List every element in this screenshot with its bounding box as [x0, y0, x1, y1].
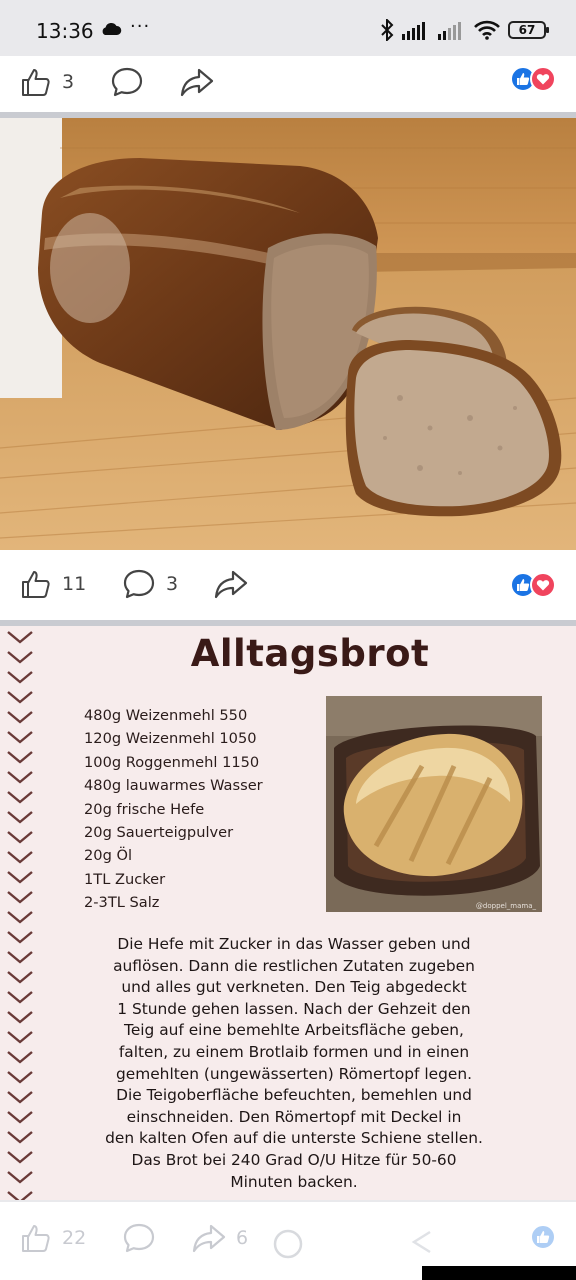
share-button[interactable]: 6	[192, 1222, 248, 1254]
back-nav-icon[interactable]	[408, 1228, 434, 1256]
comment-count: 3	[166, 573, 179, 595]
status-bar: 13:36 ··· 67	[0, 0, 576, 56]
reaction-summary[interactable]	[510, 572, 556, 598]
like-reaction-icon	[530, 1224, 556, 1250]
like-icon	[22, 69, 50, 96]
instruction-line: den kalten Ofen auf die unterste Schiene…	[105, 1129, 483, 1148]
wifi-icon	[474, 20, 500, 40]
comment-button[interactable]	[122, 1222, 156, 1254]
facebook-feed-screen: 13:36 ··· 67 3 11 3 Alltagsbrot 480g Wei…	[0, 0, 576, 1280]
comment-icon	[123, 569, 155, 599]
home-nav-icon[interactable]	[272, 1228, 304, 1260]
post1-action-bar: 3	[0, 56, 576, 112]
bread-photo-image	[0, 118, 576, 550]
recipe-instructions: Die Hefe mit Zucker in das Wasser geben …	[64, 934, 524, 1193]
instruction-line: Teig auf eine bemehlte Arbeitsfläche geb…	[124, 1021, 464, 1040]
recipe-image[interactable]: Alltagsbrot 480g Weizenmehl 550 120g Wei…	[0, 626, 576, 1200]
instruction-line: 1 Stunde gehen lassen. Nach der Gehzeit …	[117, 999, 471, 1018]
instruction-line: Die Hefe mit Zucker in das Wasser geben …	[117, 935, 471, 953]
ingredient-item: 480g lauwarmes Wasser	[84, 777, 263, 795]
share-icon	[214, 570, 248, 599]
comment-icon	[111, 67, 143, 97]
status-more-dots: ···	[130, 16, 151, 37]
ingredient-item: 20g Sauerteigpulver	[84, 823, 234, 841]
like-icon	[22, 1225, 50, 1252]
navigation-bar-handle	[422, 1266, 576, 1280]
post2-action-bar: 11 3	[0, 550, 576, 620]
like-button[interactable]: 11	[20, 568, 86, 600]
reaction-summary[interactable]	[510, 66, 556, 92]
bread-photo[interactable]	[0, 118, 576, 550]
share-icon	[180, 68, 214, 97]
photo-credit: @doppel_mama_	[475, 902, 536, 910]
comment-icon	[123, 1223, 155, 1253]
recipe-title: Alltagsbrot	[190, 632, 430, 675]
ingredient-item: 20g frische Hefe	[84, 800, 205, 818]
status-time: 13:36	[36, 19, 94, 43]
instruction-line: und alles gut verkneten. Den Teig abgede…	[121, 978, 467, 997]
instruction-line: falten, zu einem Brotlaib formen und in …	[118, 1042, 470, 1061]
battery-icon: 67	[508, 21, 549, 39]
ingredient-item: 2-3TL Salz	[84, 894, 160, 912]
share-button[interactable]	[214, 568, 248, 600]
instruction-line: Das Brot bei 240 Grad O/U Hitze für 50-6…	[131, 1150, 457, 1169]
love-reaction-icon	[530, 572, 556, 598]
comment-button[interactable]	[110, 66, 144, 98]
ingredient-item: 20g Öl	[84, 847, 133, 865]
signal-icon-secondary	[438, 22, 461, 40]
cloud-icon	[102, 23, 122, 35]
share-button[interactable]	[180, 66, 214, 98]
bluetooth-icon	[381, 19, 394, 41]
ingredient-item: 120g Weizenmehl 1050	[84, 730, 257, 748]
instruction-line: gemehlten (ungewässerten) Römertopf lege…	[115, 1064, 472, 1083]
like-button[interactable]: 3	[20, 66, 74, 98]
ingredient-item: 1TL Zucker	[84, 870, 166, 888]
bread-in-pot-photo: @doppel_mama_	[326, 696, 542, 912]
signal-icon	[402, 22, 425, 40]
like-count: 22	[62, 1227, 87, 1249]
comment-button[interactable]: 3	[122, 568, 178, 600]
instruction-line: auflösen. Dann die restlichen Zutaten zu…	[113, 956, 475, 975]
chevron-border-decoration	[7, 631, 33, 1200]
instruction-line: Die Teigoberfläche befeuchten, bemehlen …	[116, 1086, 472, 1105]
bread-in-pot-image	[326, 696, 542, 912]
instruction-line: Minuten backen.	[230, 1172, 358, 1191]
like-button[interactable]: 22	[20, 1222, 86, 1254]
like-count: 11	[62, 573, 87, 595]
instruction-line: einschneiden. Den Römertopf mit Deckel i…	[126, 1107, 462, 1126]
ingredient-list: 480g Weizenmehl 550 120g Weizenmehl 1050…	[84, 704, 263, 915]
status-icons: 67	[380, 18, 549, 42]
ingredient-item: 480g Weizenmehl 550	[84, 707, 248, 724]
like-icon	[22, 571, 50, 598]
ingredient-item: 100g Roggenmehl 1150	[84, 753, 260, 771]
love-reaction-icon	[530, 66, 556, 92]
share-count: 6	[236, 1227, 249, 1249]
share-icon	[192, 1224, 226, 1253]
like-count: 3	[62, 71, 75, 93]
